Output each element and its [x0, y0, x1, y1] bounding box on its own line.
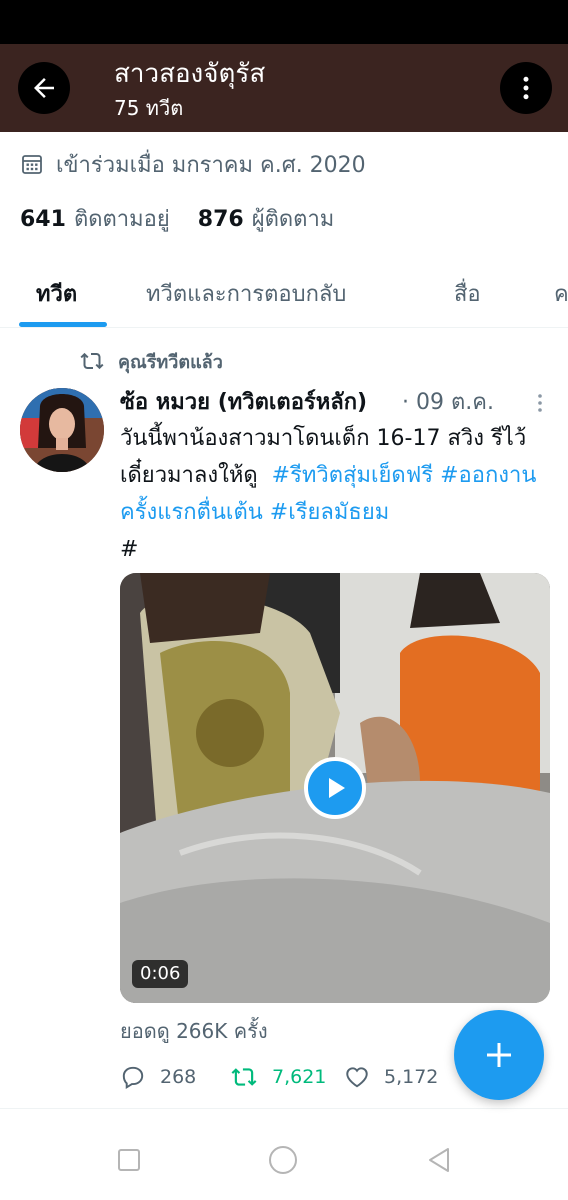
play-icon — [329, 778, 345, 798]
like-count: 5,172 — [384, 1066, 439, 1088]
reply-icon — [122, 1066, 144, 1090]
followers-label: ผู้ติดตาม — [251, 206, 335, 232]
video-duration: 0:06 — [132, 960, 189, 988]
back-button[interactable] — [18, 62, 70, 114]
more-vertical-icon — [523, 76, 529, 100]
compose-tweet-button[interactable] — [454, 1010, 544, 1100]
reply-count: 268 — [160, 1066, 197, 1088]
tab-tweets[interactable]: ทวีต — [36, 258, 77, 328]
tweet-text-trailing: # — [120, 537, 139, 562]
hashtag-link[interactable]: #รีทวิตสุ่มเย็ดฟรี — [272, 463, 433, 488]
author-avatar[interactable] — [20, 388, 104, 472]
following-label: ติดตามอยู่ — [73, 206, 170, 232]
following-count: 641 — [20, 206, 66, 232]
status-bar — [0, 0, 568, 44]
followers-count: 876 — [197, 206, 244, 232]
profile-tabs: ทวีต ทวีตและการตอบกลับ สื่อ ค — [0, 258, 568, 328]
video-play-button[interactable] — [304, 757, 366, 819]
retweet-icon — [80, 349, 104, 373]
tab-tweets-replies[interactable]: ทวีตและการตอบกลับ — [146, 258, 346, 328]
arrow-left-icon — [34, 78, 54, 98]
circle-icon — [269, 1146, 297, 1174]
profile-header: สาวสองจัตุรัส 75 ทวีต — [0, 44, 568, 132]
calendar-icon — [20, 152, 44, 176]
tweet-text: วันนี้พาน้องสาวมาโดนเด็ก 16-17 สวิง รีไว… — [120, 420, 550, 568]
tweet-menu-button[interactable] — [530, 392, 550, 414]
system-navigation-bar — [0, 1118, 568, 1200]
retweet-label: คุณรีทวีตแล้ว — [118, 351, 223, 373]
active-tab-indicator — [19, 322, 107, 327]
timeline-divider — [0, 1108, 568, 1109]
tab-likes[interactable]: ค — [554, 258, 568, 328]
tweet-header: ซ้อ หมวย (ทวิตเตอร์หลัก) · 09 ต.ค. — [120, 386, 550, 420]
recent-apps-button[interactable] — [114, 1145, 144, 1175]
more-vertical-icon — [538, 394, 542, 412]
joined-text: เข้าร่วมเมื่อ มกราคม ค.ศ. 2020 — [56, 152, 366, 178]
hashtag-link[interactable]: #เรียลมัธยม — [270, 500, 389, 525]
system-back-button[interactable] — [424, 1145, 454, 1175]
triangle-back-icon — [429, 1148, 449, 1172]
profile-name: สาวสองจัตุรัส — [114, 59, 266, 89]
joined-date: เข้าร่วมเมื่อ มกราคม ค.ศ. 2020 — [20, 146, 366, 182]
tweet-date[interactable]: · 09 ต.ค. — [402, 386, 494, 420]
following-link[interactable]: 641 ติดตามอยู่ — [20, 201, 170, 236]
tab-media[interactable]: สื่อ — [454, 258, 481, 328]
retweet-button[interactable]: 7,621 — [230, 1060, 326, 1094]
view-count: ยอดดู 266K ครั้ง — [120, 1019, 268, 1043]
author-name[interactable]: ซ้อ หมวย (ทวิตเตอร์หลัก) — [120, 386, 400, 420]
heart-icon — [346, 1067, 368, 1088]
more-button[interactable] — [500, 62, 552, 114]
retweet-count: 7,621 — [272, 1066, 327, 1088]
retweet-icon — [231, 1068, 257, 1086]
follow-stats: 641 ติดตามอยู่ 876 ผู้ติดตาม — [20, 200, 334, 236]
retweet-context: คุณรีทวีตแล้ว — [80, 346, 223, 376]
followers-link[interactable]: 876 ผู้ติดตาม — [198, 201, 335, 236]
like-button[interactable]: 5,172 — [344, 1060, 438, 1094]
home-button[interactable] — [268, 1145, 298, 1175]
reply-button[interactable]: 268 — [120, 1060, 196, 1094]
plus-icon — [487, 1043, 511, 1067]
square-icon — [118, 1149, 140, 1171]
tweet-count: 75 ทวีต — [114, 96, 184, 120]
